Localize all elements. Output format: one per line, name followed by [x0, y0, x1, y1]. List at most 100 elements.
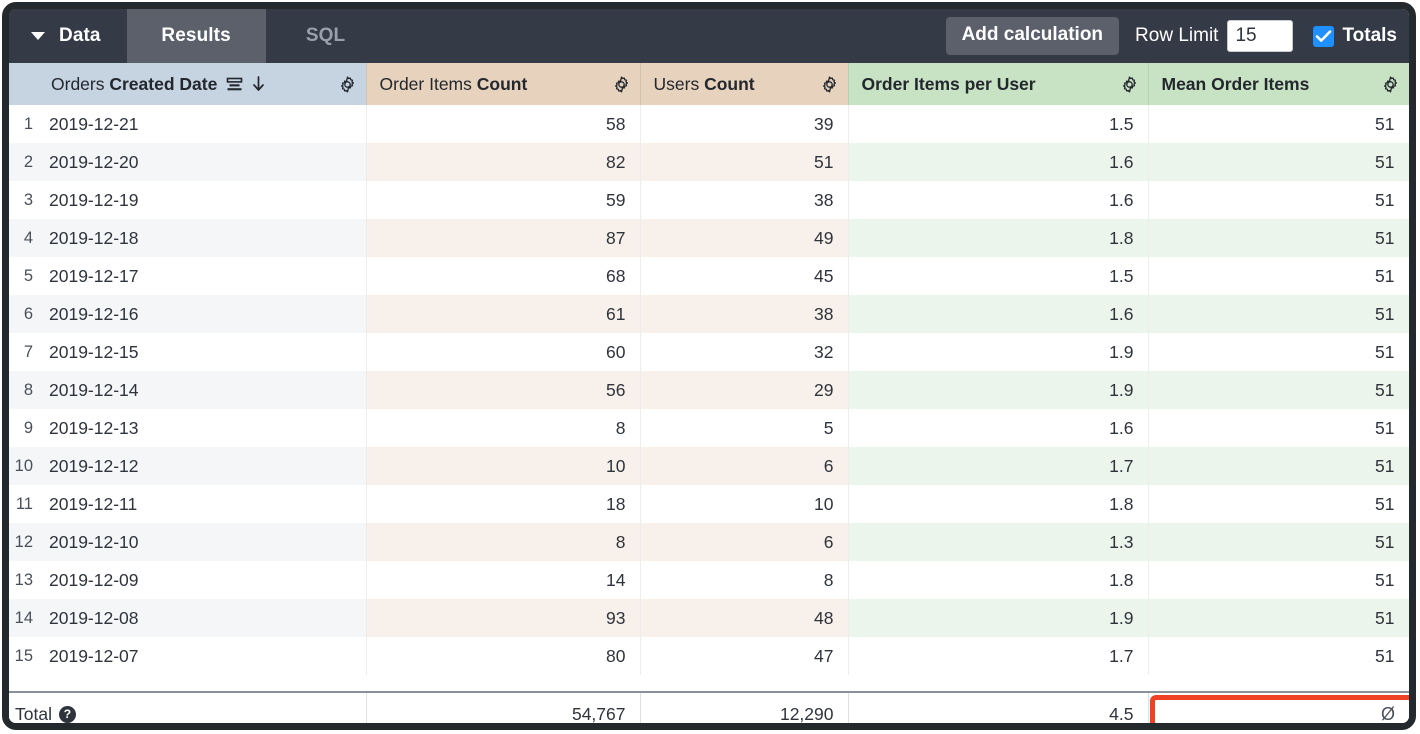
table-row[interactable]: 152019-12-0780471.751 — [9, 637, 1409, 675]
cell-orders-created-date[interactable]: 2019-12-09 — [38, 561, 366, 599]
group-rows-icon[interactable] — [226, 77, 243, 92]
cell-mean-order-items[interactable]: 51 — [1148, 181, 1409, 219]
cell-order-items-per-user[interactable]: 1.6 — [848, 295, 1148, 333]
add-calculation-button[interactable]: Add calculation — [946, 17, 1119, 55]
cell-orders-created-date[interactable]: 2019-12-20 — [38, 143, 366, 181]
cell-mean-order-items[interactable]: 51 — [1148, 143, 1409, 181]
cell-orders-created-date[interactable]: 2019-12-19 — [38, 181, 366, 219]
column-settings-gear-icon[interactable] — [1120, 75, 1139, 94]
cell-mean-order-items[interactable]: 51 — [1148, 333, 1409, 371]
cell-orders-created-date[interactable]: 2019-12-13 — [38, 409, 366, 447]
cell-orders-created-date[interactable]: 2019-12-11 — [38, 485, 366, 523]
column-settings-gear-icon[interactable] — [338, 75, 357, 94]
table-row[interactable]: 72019-12-1560321.951 — [9, 333, 1409, 371]
cell-mean-order-items[interactable]: 51 — [1148, 409, 1409, 447]
cell-order-items-count[interactable]: 82 — [366, 143, 640, 181]
sort-descending-arrow-icon[interactable] — [252, 76, 265, 92]
tab-sql[interactable]: SQL — [266, 9, 386, 63]
table-row[interactable]: 42019-12-1887491.851 — [9, 219, 1409, 257]
cell-order-items-count[interactable]: 59 — [366, 181, 640, 219]
cell-order-items-per-user[interactable]: 1.6 — [848, 409, 1148, 447]
cell-order-items-per-user[interactable]: 1.7 — [848, 447, 1148, 485]
cell-order-items-per-user[interactable]: 1.6 — [848, 143, 1148, 181]
column-settings-gear-icon[interactable] — [820, 75, 839, 94]
cell-users-count[interactable]: 5 — [640, 409, 848, 447]
cell-order-items-count[interactable]: 18 — [366, 485, 640, 523]
cell-mean-order-items[interactable]: 51 — [1148, 485, 1409, 523]
cell-order-items-per-user[interactable]: 1.6 — [848, 181, 1148, 219]
cell-orders-created-date[interactable]: 2019-12-21 — [38, 105, 366, 143]
cell-users-count[interactable]: 49 — [640, 219, 848, 257]
cell-orders-created-date[interactable]: 2019-12-07 — [38, 637, 366, 675]
cell-order-items-count[interactable]: 93 — [366, 599, 640, 637]
cell-order-items-count[interactable]: 10 — [366, 447, 640, 485]
totals-toggle[interactable]: Totals — [1313, 25, 1397, 47]
table-row[interactable]: 92019-12-13851.651 — [9, 409, 1409, 447]
cell-orders-created-date[interactable]: 2019-12-15 — [38, 333, 366, 371]
cell-mean-order-items[interactable]: 51 — [1148, 219, 1409, 257]
cell-order-items-count[interactable]: 58 — [366, 105, 640, 143]
cell-order-items-per-user[interactable]: 1.7 — [848, 637, 1148, 675]
cell-orders-created-date[interactable]: 2019-12-17 — [38, 257, 366, 295]
cell-mean-order-items[interactable]: 51 — [1148, 523, 1409, 561]
cell-users-count[interactable]: 39 — [640, 105, 848, 143]
table-row[interactable]: 122019-12-10861.351 — [9, 523, 1409, 561]
cell-users-count[interactable]: 32 — [640, 333, 848, 371]
cell-order-items-per-user[interactable]: 1.5 — [848, 105, 1148, 143]
cell-mean-order-items[interactable]: 51 — [1148, 561, 1409, 599]
cell-mean-order-items[interactable]: 51 — [1148, 447, 1409, 485]
cell-order-items-per-user[interactable]: 1.9 — [848, 333, 1148, 371]
cell-order-items-per-user[interactable]: 1.9 — [848, 371, 1148, 409]
tab-data[interactable]: Data — [9, 9, 127, 63]
sort-indicator-group[interactable] — [226, 76, 265, 92]
cell-users-count[interactable]: 38 — [640, 295, 848, 333]
table-row[interactable]: 62019-12-1661381.651 — [9, 295, 1409, 333]
table-row[interactable]: 12019-12-2158391.551 — [9, 105, 1409, 143]
cell-orders-created-date[interactable]: 2019-12-08 — [38, 599, 366, 637]
cell-users-count[interactable]: 8 — [640, 561, 848, 599]
cell-mean-order-items[interactable]: 51 — [1148, 257, 1409, 295]
cell-order-items-count[interactable]: 80 — [366, 637, 640, 675]
cell-order-items-count[interactable]: 8 — [366, 523, 640, 561]
column-header-orders-created-date[interactable]: Orders Created Date — [38, 63, 366, 105]
cell-order-items-count[interactable]: 61 — [366, 295, 640, 333]
cell-users-count[interactable]: 51 — [640, 143, 848, 181]
column-header-order-items-per-user[interactable]: Order Items per User — [848, 63, 1148, 105]
table-row[interactable]: 52019-12-1768451.551 — [9, 257, 1409, 295]
cell-mean-order-items[interactable]: 51 — [1148, 637, 1409, 675]
cell-users-count[interactable]: 48 — [640, 599, 848, 637]
cell-order-items-per-user[interactable]: 1.5 — [848, 257, 1148, 295]
cell-mean-order-items[interactable]: 51 — [1148, 599, 1409, 637]
table-row[interactable]: 22019-12-2082511.651 — [9, 143, 1409, 181]
cell-order-items-count[interactable]: 14 — [366, 561, 640, 599]
cell-order-items-per-user[interactable]: 1.3 — [848, 523, 1148, 561]
totals-checkbox[interactable] — [1313, 26, 1334, 47]
column-settings-gear-icon[interactable] — [612, 75, 631, 94]
cell-users-count[interactable]: 6 — [640, 447, 848, 485]
cell-mean-order-items[interactable]: 51 — [1148, 295, 1409, 333]
cell-mean-order-items[interactable]: 51 — [1148, 371, 1409, 409]
cell-users-count[interactable]: 45 — [640, 257, 848, 295]
column-header-mean-order-items[interactable]: Mean Order Items — [1148, 63, 1409, 105]
table-row[interactable]: 132019-12-091481.851 — [9, 561, 1409, 599]
cell-orders-created-date[interactable]: 2019-12-10 — [38, 523, 366, 561]
cell-orders-created-date[interactable]: 2019-12-14 — [38, 371, 366, 409]
cell-users-count[interactable]: 38 — [640, 181, 848, 219]
cell-users-count[interactable]: 47 — [640, 637, 848, 675]
cell-order-items-per-user[interactable]: 1.9 — [848, 599, 1148, 637]
cell-orders-created-date[interactable]: 2019-12-18 — [38, 219, 366, 257]
cell-users-count[interactable]: 6 — [640, 523, 848, 561]
table-row[interactable]: 102019-12-121061.751 — [9, 447, 1409, 485]
table-row[interactable]: 32019-12-1959381.651 — [9, 181, 1409, 219]
cell-users-count[interactable]: 29 — [640, 371, 848, 409]
results-table-area[interactable]: Orders Created Date — [9, 63, 1409, 730]
cell-orders-created-date[interactable]: 2019-12-12 — [38, 447, 366, 485]
column-header-order-items-count[interactable]: Order Items Count — [366, 63, 640, 105]
cell-order-items-per-user[interactable]: 1.8 — [848, 561, 1148, 599]
cell-order-items-count[interactable]: 60 — [366, 333, 640, 371]
cell-order-items-per-user[interactable]: 1.8 — [848, 219, 1148, 257]
help-question-icon[interactable]: ? — [59, 706, 76, 723]
table-row[interactable]: 82019-12-1456291.951 — [9, 371, 1409, 409]
table-row[interactable]: 112019-12-1118101.851 — [9, 485, 1409, 523]
cell-order-items-per-user[interactable]: 1.8 — [848, 485, 1148, 523]
